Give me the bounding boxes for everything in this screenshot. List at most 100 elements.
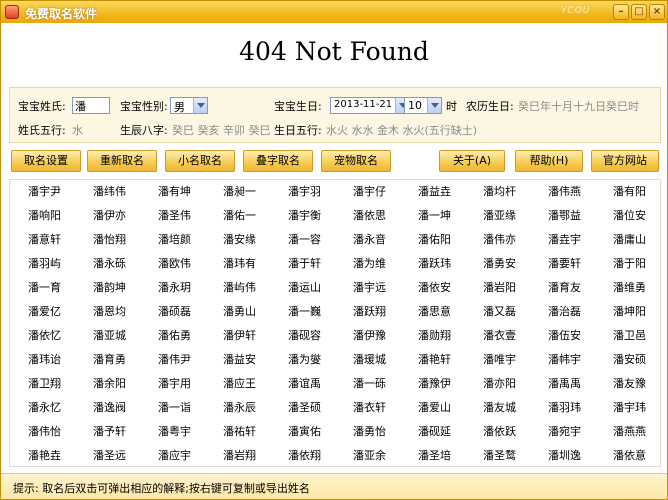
name-cell[interactable]: 潘要轩 [532,252,597,276]
name-cell[interactable]: 潘韵坤 [77,276,142,300]
pet-name-button[interactable]: 宠物取名 [321,150,391,172]
chevron-down-icon[interactable] [193,98,207,113]
name-cell[interactable]: 潘友豫 [597,372,662,396]
name-cell[interactable]: 潘硕磊 [142,300,207,324]
name-cell[interactable]: 潘砚容 [272,324,337,348]
name-cell[interactable]: 潘佑阳 [402,228,467,252]
name-cell[interactable]: 潘砚延 [402,420,467,444]
name-cell[interactable]: 潘垚宇 [532,228,597,252]
official-site-button[interactable]: 官方网站 [591,150,659,172]
title-bar[interactable]: 免费取名软件 YCOU – □ × [1,1,667,23]
name-cell[interactable]: 潘唯宇 [467,348,532,372]
nickname-button[interactable]: 小名取名 [165,150,235,172]
name-cell[interactable]: 潘衣壹 [467,324,532,348]
name-cell[interactable]: 潘予轩 [77,420,142,444]
chevron-down-icon[interactable] [427,98,441,113]
name-cell[interactable]: 潘永辰 [207,396,272,420]
double-char-name-button[interactable]: 叠字取名 [243,150,313,172]
name-cell[interactable]: 潘勇怡 [337,420,402,444]
name-cell[interactable]: 潘谊禹 [272,372,337,396]
name-cell[interactable]: 潘依忆 [12,324,77,348]
name-cell[interactable]: 潘佑一 [207,204,272,228]
name-cell[interactable]: 潘艳垚 [12,444,77,468]
name-cell[interactable]: 潘伍安 [532,324,597,348]
name-cell[interactable]: 潘意轩 [12,228,77,252]
name-cell[interactable]: 潘又磊 [467,300,532,324]
name-cell[interactable]: 潘安缘 [207,228,272,252]
name-cell[interactable]: 潘依安 [402,276,467,300]
name-cell[interactable]: 潘应王 [207,372,272,396]
help-button[interactable]: 帮助(H) [515,150,583,172]
name-cell[interactable]: 潘圣伟 [142,204,207,228]
minimize-button[interactable]: – [613,4,629,20]
name-cell[interactable]: 潘昶一 [207,180,272,204]
name-cell[interactable]: 潘鄂益 [532,204,597,228]
name-cell[interactable]: 潘永忆 [12,396,77,420]
name-cell[interactable]: 潘跃翔 [337,300,402,324]
rename-button[interactable]: 重新取名 [87,150,157,172]
name-cell[interactable]: 潘帏宇 [532,348,597,372]
name-cell[interactable]: 潘永砾 [77,252,142,276]
name-cell[interactable]: 潘爱亿 [12,300,77,324]
name-cell[interactable]: 潘坤阳 [597,300,662,324]
name-cell[interactable]: 潘运山 [272,276,337,300]
maximize-button[interactable]: □ [631,4,647,20]
name-cell[interactable]: 潘亚城 [77,324,142,348]
name-cell[interactable]: 潘勇山 [207,300,272,324]
name-cell[interactable]: 潘怡翔 [77,228,142,252]
name-cell[interactable]: 潘勋翔 [402,324,467,348]
name-cell[interactable]: 潘粤宇 [142,420,207,444]
name-cell[interactable]: 潘位安 [597,204,662,228]
name-cell[interactable]: 潘亦阳 [467,372,532,396]
naming-settings-button[interactable]: 取名设置 [11,150,81,172]
name-cell[interactable]: 潘豫伊 [402,372,467,396]
name-cell[interactable]: 潘育友 [532,276,597,300]
name-cell[interactable]: 潘依跃 [467,420,532,444]
close-button[interactable]: × [649,4,665,20]
name-cell[interactable]: 潘瑗城 [337,348,402,372]
name-cell[interactable]: 潘永音 [337,228,402,252]
name-cell[interactable]: 潘卫翔 [12,372,77,396]
name-cell[interactable]: 潘欧伟 [142,252,207,276]
name-cell[interactable]: 潘伊豫 [337,324,402,348]
name-cell[interactable]: 潘于阳 [597,252,662,276]
name-cell[interactable]: 潘艳轩 [402,348,467,372]
name-cell[interactable]: 潘圣远 [77,444,142,468]
name-cell[interactable]: 潘佑勇 [142,324,207,348]
name-cell[interactable]: 潘思意 [402,300,467,324]
name-cell[interactable]: 潘育勇 [77,348,142,372]
name-cell[interactable]: 潘伟燕 [532,180,597,204]
name-cell[interactable]: 潘玮诒 [12,348,77,372]
name-cell[interactable]: 潘宇衡 [272,204,337,228]
name-cell[interactable]: 潘跃玮 [402,252,467,276]
name-cell[interactable]: 潘岩阳 [467,276,532,300]
surname-input[interactable] [72,97,110,114]
name-cell[interactable]: 潘为燮 [272,348,337,372]
name-cell[interactable]: 潘庸山 [597,228,662,252]
name-cell[interactable]: 潘安硕 [597,348,662,372]
name-cell[interactable]: 潘恩均 [77,300,142,324]
gender-select[interactable]: 男 [170,97,208,114]
name-cell[interactable]: 潘亚余 [337,444,402,468]
name-cell[interactable]: 潘纬伟 [77,180,142,204]
name-cell[interactable]: 潘玮有 [207,252,272,276]
name-cell[interactable]: 潘维勇 [597,276,662,300]
name-cell[interactable]: 潘屿伟 [207,276,272,300]
name-cell[interactable]: 潘禹禹 [532,372,597,396]
name-cell[interactable]: 潘伊亦 [77,204,142,228]
about-button[interactable]: 关于(A) [439,150,505,172]
name-cell[interactable]: 潘宇远 [337,276,402,300]
name-cell[interactable]: 潘一容 [272,228,337,252]
name-cell[interactable]: 潘圣硕 [272,396,337,420]
name-cell[interactable]: 潘有坤 [142,180,207,204]
name-cell[interactable]: 潘宇仔 [337,180,402,204]
birth-hour-select[interactable]: 10 [404,97,442,114]
name-cell[interactable]: 潘永玥 [142,276,207,300]
name-cell[interactable]: 潘均杆 [467,180,532,204]
name-cell[interactable]: 潘一巍 [272,300,337,324]
name-cell[interactable]: 潘培颜 [142,228,207,252]
name-cell[interactable]: 潘治磊 [532,300,597,324]
name-cell[interactable]: 潘亚缘 [467,204,532,228]
name-cell[interactable]: 潘一砾 [337,372,402,396]
name-cell[interactable]: 潘于轩 [272,252,337,276]
